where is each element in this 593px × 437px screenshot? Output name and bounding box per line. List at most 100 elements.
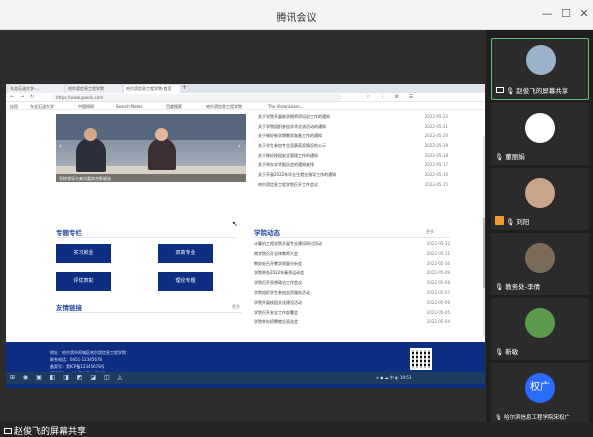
dynamic-date: 2022-05-06 (426, 299, 450, 305)
window-title: 腾讯会议 (276, 13, 317, 24)
internship-button[interactable]: 实习就业 (56, 244, 111, 263)
news-list: 关于学院开展新学期师资培训工作的通知 2022-05-22 关于学院组织参加学术交… (258, 114, 448, 192)
carousel-prev-icon[interactable]: ‹ (59, 142, 62, 150)
screen-share-label: 赵俊飞的屏幕共享 (4, 424, 86, 437)
news-title[interactable]: 关于做好新学期教学准备工作的通知 (258, 133, 408, 139)
participant-name-text: 赵俊飞的屏幕共享 (516, 87, 569, 95)
list-item[interactable]: 关于举办学术报告会的通知安排 2022-05-17 (258, 162, 448, 172)
browser-tab[interactable]: 东北石油大学-... (8, 85, 64, 93)
bookmarks-bar: 应用 东北石油大学 中国知网 Search Notes 百度搜索 哈尔滨信息工程… (6, 102, 485, 110)
awards-button[interactable]: 评优表彰 (56, 272, 111, 291)
shared-taskbar: ⊞ ◉ ▣ ◧ ◨ ◩ ◪ ◫ ◬ ∧ ◆ ☁ 中 ◐ 19:53 (6, 372, 485, 384)
dynamic-date: 2022-05-10 (426, 260, 450, 266)
address-bar[interactable]: https://www.gxedu.com (52, 94, 342, 101)
list-item[interactable]: 关于学院开展新学期师资培训工作的通知 2022-05-22 (258, 114, 448, 124)
links-section-title: 友情链接 (56, 304, 82, 312)
page-scrollbar[interactable] (483, 136, 485, 336)
browser-tools-icons[interactable]: ☆ ⋮ ⚙ ☰ (366, 94, 417, 100)
news-date: 2022-05-20 (424, 133, 448, 139)
dynamic-title[interactable]: 计算机工程学院开展专业建设研讨活动 (254, 241, 409, 247)
list-item[interactable]: 关于开展2022年毕业生就业指导工作的通知 2022-05-16 (258, 172, 448, 182)
section-divider (254, 237, 450, 238)
photo-person (76, 128, 106, 172)
browser-tab[interactable]: 哈尔滨信息工程学院 (66, 85, 122, 93)
avatar (525, 243, 555, 273)
avatar (525, 113, 555, 143)
dynamic-title[interactable]: 学院召开思想政治工作会议 (254, 280, 409, 286)
taskbar-app-icons[interactable]: ⊞ ◉ ▣ ◧ ◨ ◩ ◪ ◫ ◬ (10, 374, 125, 381)
avatar (525, 178, 555, 208)
news-title[interactable]: 关于做好校园安全管理工作的通知 (258, 153, 408, 159)
participant-tile[interactable]: 权广 🎙 哈尔滨信息工程学院宋权广 (491, 363, 589, 425)
footer-line: 地址：哈尔滨市阿城区哈尔滨信息工程学院 (50, 350, 126, 355)
scrollbar-thumb[interactable] (483, 218, 485, 288)
share-label-text: 赵俊飞的屏幕共享 (14, 427, 87, 437)
news-title[interactable]: 关于举办学术报告会的通知安排 (258, 162, 408, 168)
participant-tile-sharer[interactable]: 🎙 赵俊飞的屏幕共享 (491, 38, 589, 100)
dynamic-title[interactable]: 学院召开安全工作部署会 (254, 310, 409, 316)
news-carousel-photo[interactable]: ‹ › 学校领导与来访嘉宾合影留念 (56, 114, 246, 182)
news-title[interactable]: 关于学院组织参加学术交流活动的通知 (258, 124, 408, 130)
mic-icon: 🎙 (506, 218, 515, 226)
avatar: 权广 (525, 373, 555, 403)
participant-tile[interactable]: 🎙 教务处-李倩 (491, 233, 589, 295)
close-button[interactable]: ✕ (577, 7, 591, 20)
participant-name-text: 靳敏 (505, 348, 519, 356)
participant-name: 🎙 教务处-李倩 (495, 281, 540, 291)
dynamic-title[interactable]: 学院举办2022年春季运动会 (254, 270, 409, 276)
dynamic-title[interactable]: 学院举办招聘就业双选会 (254, 319, 409, 325)
dynamics-list: 计算机工程学院开展专业建设研讨活动 2022-05-12 商学院召开全体教师大会 2… (254, 241, 450, 329)
browser-tab-active[interactable]: 哈尔滨信息工程学院-首页 (124, 85, 180, 93)
list-item[interactable]: 学院组织学生参加志愿服务活动 2022-05-07 (254, 290, 450, 300)
dynamics-section-title: 学院动态 (254, 229, 280, 237)
list-item[interactable]: 关于学院组织参加学术交流活动的通知 2022-05-21 (258, 124, 448, 134)
list-item[interactable]: 关于学生参加专业竞赛获奖情况的公示 2022-05-19 (258, 143, 448, 153)
news-title[interactable]: 哈尔滨信息工程学院召开工作会议 (258, 182, 408, 188)
special-section-title: 专题专栏 (56, 229, 82, 237)
bookmark-item[interactable]: Search Notes (116, 104, 143, 109)
qr-code-icon (410, 348, 432, 370)
carousel-next-icon[interactable]: › (238, 142, 241, 150)
mouse-cursor-icon: ↖ (232, 220, 238, 228)
footer-line: 备案号：黑ICP备12345678号 (50, 364, 105, 369)
dynamic-title[interactable]: 商学院召开全体教师大会 (254, 251, 409, 257)
browser-tab-strip: 东北石油大学-... 哈尔滨信息工程学院 哈尔滨信息工程学院-首页 + (6, 84, 485, 93)
dynamic-title[interactable]: 学院开展校园文化建设活动 (254, 300, 409, 306)
list-item[interactable]: 学院举办2022年春季运动会 2022-05-09 (254, 270, 450, 280)
news-title[interactable]: 关于学生参加专业竞赛获奖情况的公示 (258, 143, 408, 149)
list-item[interactable]: 学院举办招聘就业双选会 2022-05-04 (254, 319, 450, 329)
forward-icon[interactable]: → (20, 94, 24, 100)
taskbar-tray[interactable]: ∧ ◆ ☁ 中 ◐ 19:53 (376, 375, 411, 381)
participant-tile[interactable]: 🎙 刘阳 (491, 168, 589, 230)
list-item[interactable]: 计算机工程学院开展专业建设研讨活动 2022-05-12 (254, 241, 450, 251)
back-icon[interactable]: ← (10, 94, 14, 100)
dynamics-more-link[interactable]: 更多 (426, 229, 434, 235)
dynamic-date: 2022-05-08 (426, 280, 450, 286)
dynamic-title[interactable]: 教务处召开教学质量分析会 (254, 261, 409, 267)
maximize-button[interactable]: ☐ (559, 7, 573, 20)
mic-icon: 🎙 (495, 283, 504, 291)
news-title[interactable]: 关于开展2022年毕业生就业指导工作的通知 (258, 172, 408, 178)
participant-tile[interactable]: 🎙 靳敏 (491, 298, 589, 360)
list-item[interactable]: 哈尔滨信息工程学院召开工作会议 2022-05-15 (258, 182, 448, 192)
minimize-button[interactable]: — (540, 7, 554, 20)
list-item[interactable]: 学院召开思想政治工作会议 2022-05-08 (254, 280, 450, 290)
dynamic-title[interactable]: 学院组织学生参加志愿服务活动 (254, 290, 409, 296)
list-item[interactable]: 关于做好新学期教学准备工作的通知 2022-05-20 (258, 133, 448, 143)
list-item[interactable]: 商学院召开全体教师大会 2022-05-11 (254, 251, 450, 261)
majors-button[interactable]: 双高专业 (158, 244, 213, 263)
list-item[interactable]: 关于做好校园安全管理工作的通知 2022-05-18 (258, 153, 448, 163)
news-title[interactable]: 关于学院开展新学期师资培训工作的通知 (258, 114, 408, 120)
links-more-link[interactable]: 更多 (232, 304, 240, 310)
theory-button[interactable]: 理论专题 (158, 272, 213, 291)
bookmark-item[interactable]: The VisionLearn... (268, 104, 304, 109)
list-item[interactable]: 教务处召开教学质量分析会 2022-05-10 (254, 261, 450, 271)
reload-icon[interactable]: ↻ (30, 94, 34, 100)
new-tab-button[interactable]: + (182, 84, 187, 91)
meeting-bottom-bar: 赵俊飞的屏幕共享 (0, 422, 593, 437)
list-item[interactable]: 学院开展校园文化建设活动 2022-05-06 (254, 300, 450, 310)
participant-tile[interactable]: 🎙 董丽娟 (491, 103, 589, 165)
participant-name-text: 教务处-李倩 (505, 283, 541, 291)
camera-off-icon (495, 216, 504, 225)
list-item[interactable]: 学院召开安全工作部署会 2022-05-05 (254, 310, 450, 320)
